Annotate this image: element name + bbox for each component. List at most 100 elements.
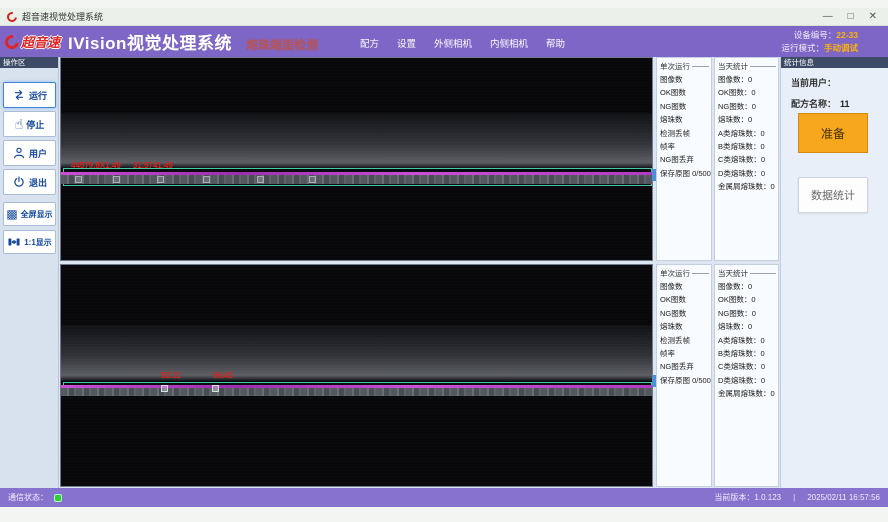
run-mode-value: 手动调试	[824, 43, 858, 53]
menu-item[interactable]: 外侧相机	[434, 36, 472, 50]
exit-button[interactable]: 退出	[3, 169, 56, 195]
stat-row: OK图数	[657, 293, 711, 306]
version-value: 1.0.123	[754, 493, 781, 502]
window-controls: — □ ✕	[823, 12, 881, 22]
stat-row: NG图数	[657, 307, 711, 320]
daily-stats-top: 当天统计 图像数：0OK图数：0NG图数：0熔珠数：0A类熔珠数：0B类熔珠数：…	[714, 57, 779, 261]
run-mode-label: 运行模式：	[781, 43, 824, 53]
stat-row: A类熔珠数：0	[715, 334, 778, 347]
user-icon	[12, 146, 26, 160]
daily-stats-header: 当天统计	[715, 58, 778, 73]
defect-marker	[203, 176, 210, 183]
prepare-button[interactable]: 准备	[798, 113, 868, 153]
power-icon	[12, 175, 26, 189]
stat-row: C类熔珠数：0	[715, 153, 778, 166]
stat-row: 图像数	[657, 73, 711, 86]
exit-button-label: 退出	[29, 176, 47, 189]
fullscreen-button[interactable]: ▩ 全屏显示	[3, 202, 56, 226]
app-title: IVision视觉处理系统	[68, 29, 232, 54]
maximize-button[interactable]: □	[848, 12, 854, 22]
stat-row: 熔珠数	[657, 113, 711, 126]
ratio-button-label: 1:1显示	[24, 237, 52, 248]
os-titlebar: 超音速视觉处理系统 — □ ✕	[0, 8, 888, 26]
app-header: 超音速 IVision视觉处理系统 熔珠端面检测 配方设置外侧相机内侧相机帮助 …	[0, 26, 888, 57]
version-label: 当前版本：	[714, 493, 754, 502]
stat-row: D类熔珠数：0	[715, 374, 778, 387]
main-menu: 配方 设置 外侧相机 内侧相机 帮助	[360, 36, 565, 50]
data-statistics-button[interactable]: 数据统计	[798, 177, 868, 213]
device-id-label: 设备编号：	[794, 30, 837, 40]
menu-item[interactable]: 设置	[397, 36, 416, 50]
single-run-stats-bottom: 单次运行 图像数OK图数NG图数熔珠数检测丢帧帧率NG图丢弃保存原图 0/500	[656, 264, 712, 487]
single-run-header: 单次运行	[657, 265, 711, 280]
menu-item[interactable]: 内侧相机	[490, 36, 528, 50]
comm-status-label: 通信状态：	[8, 492, 48, 503]
measurement-value: 53.11	[161, 371, 181, 380]
menu-item[interactable]: 帮助	[546, 36, 565, 50]
daily-stats-bottom: 当天统计 图像数：0OK图数：0NG图数：0熔珠数：0A类熔珠数：0B类熔珠数：…	[714, 264, 779, 487]
stat-row: NG图数	[657, 100, 711, 113]
stat-row: A类熔珠数：0	[715, 127, 778, 140]
device-id-value: 22-33	[836, 30, 858, 40]
stat-row: 熔珠数：0	[715, 320, 778, 333]
reflection-band	[61, 325, 652, 381]
stop-button-label: 停止	[26, 118, 44, 131]
defect-marker	[75, 176, 82, 183]
stat-row: NG图丢弃	[657, 360, 711, 373]
brand-logo: 超音速	[5, 32, 60, 51]
device-info: 设备编号：22-33 运行模式：手动调试	[781, 29, 858, 55]
stat-row: C类熔珠数：0	[715, 360, 778, 373]
brand-name: 超音速	[21, 32, 60, 51]
main-content: 操作区 运行 ☝ 停止 用户 退出 ▩ 全屏显示	[0, 57, 888, 488]
recipe-name-value: 11	[840, 99, 850, 109]
statistics-info-panel: 统计信息 当前用户： 配方名称：11 准备 数据统计	[780, 57, 888, 488]
operation-area-header: 操作区	[0, 57, 58, 68]
stat-row: B类熔珠数：0	[715, 140, 778, 153]
user-button-label: 用户	[29, 147, 47, 160]
stat-row: 熔珠数：0	[715, 113, 778, 126]
app-logo-icon	[5, 10, 19, 24]
stat-row: 熔珠数	[657, 320, 711, 333]
brand-swoosh-icon	[2, 32, 21, 51]
comm-status-indicator	[54, 494, 62, 502]
stat-row: 图像数：0	[715, 73, 778, 86]
status-bar: 通信状态： 当前版本：1.0.123 | 2025/02/11 16:57:56	[0, 488, 888, 507]
hand-stop-icon: ☝	[15, 117, 24, 131]
close-button[interactable]: ✕	[869, 12, 877, 22]
ratio-1-1-button[interactable]: 1:1显示	[3, 230, 56, 254]
user-button[interactable]: 用户	[3, 140, 56, 166]
current-user-label: 当前用户：	[791, 78, 836, 88]
stat-row: 金属屑熔珠数：0	[715, 180, 778, 193]
stat-row: 图像数：0	[715, 280, 778, 293]
stat-row: NG图数：0	[715, 307, 778, 320]
menu-item[interactable]: 配方	[360, 36, 379, 50]
stat-row: NG图丢弃	[657, 153, 711, 166]
measurement-value: 56.43	[213, 371, 233, 380]
grid-fullscreen-icon: ▩	[6, 207, 17, 221]
minimize-button[interactable]: —	[823, 12, 833, 22]
single-run-header: 单次运行	[657, 58, 711, 73]
run-button[interactable]: 运行	[3, 82, 56, 108]
stop-button[interactable]: ☝ 停止	[3, 111, 56, 137]
reflection-band	[61, 113, 652, 168]
stat-row: OK图数：0	[715, 293, 778, 306]
statistics-info-header: 统计信息	[781, 57, 888, 68]
window-title: 超音速视觉处理系统	[22, 10, 103, 23]
datetime-value: 2025/02/11 16:57:56	[807, 493, 880, 502]
version-info: 当前版本：1.0.123 | 2025/02/11 16:57:56	[714, 492, 880, 503]
stat-row: 图像数	[657, 280, 711, 293]
one-to-one-icon	[7, 235, 21, 249]
bead-surface	[61, 388, 652, 396]
run-cycle-icon	[12, 88, 26, 102]
stat-row: 金属屑熔珠数：0	[715, 387, 778, 400]
bead-surface	[61, 175, 652, 184]
stat-row: 保存原图 0/500	[657, 167, 711, 180]
defect-marker	[257, 176, 264, 183]
stat-row: 检测丢帧	[657, 334, 711, 347]
stat-row: OK图数：0	[715, 86, 778, 99]
single-run-stats-top: 单次运行 图像数OK图数NG图数熔珠数检测丢帧帧率NG图丢弃保存原图 0/500	[656, 57, 712, 261]
defect-marker	[309, 176, 316, 183]
defect-marker	[212, 385, 219, 392]
camera-viewport-bottom: 53.11 56.43	[60, 264, 653, 487]
operation-sidebar: 操作区 运行 ☝ 停止 用户 退出 ▩ 全屏显示	[0, 57, 59, 488]
